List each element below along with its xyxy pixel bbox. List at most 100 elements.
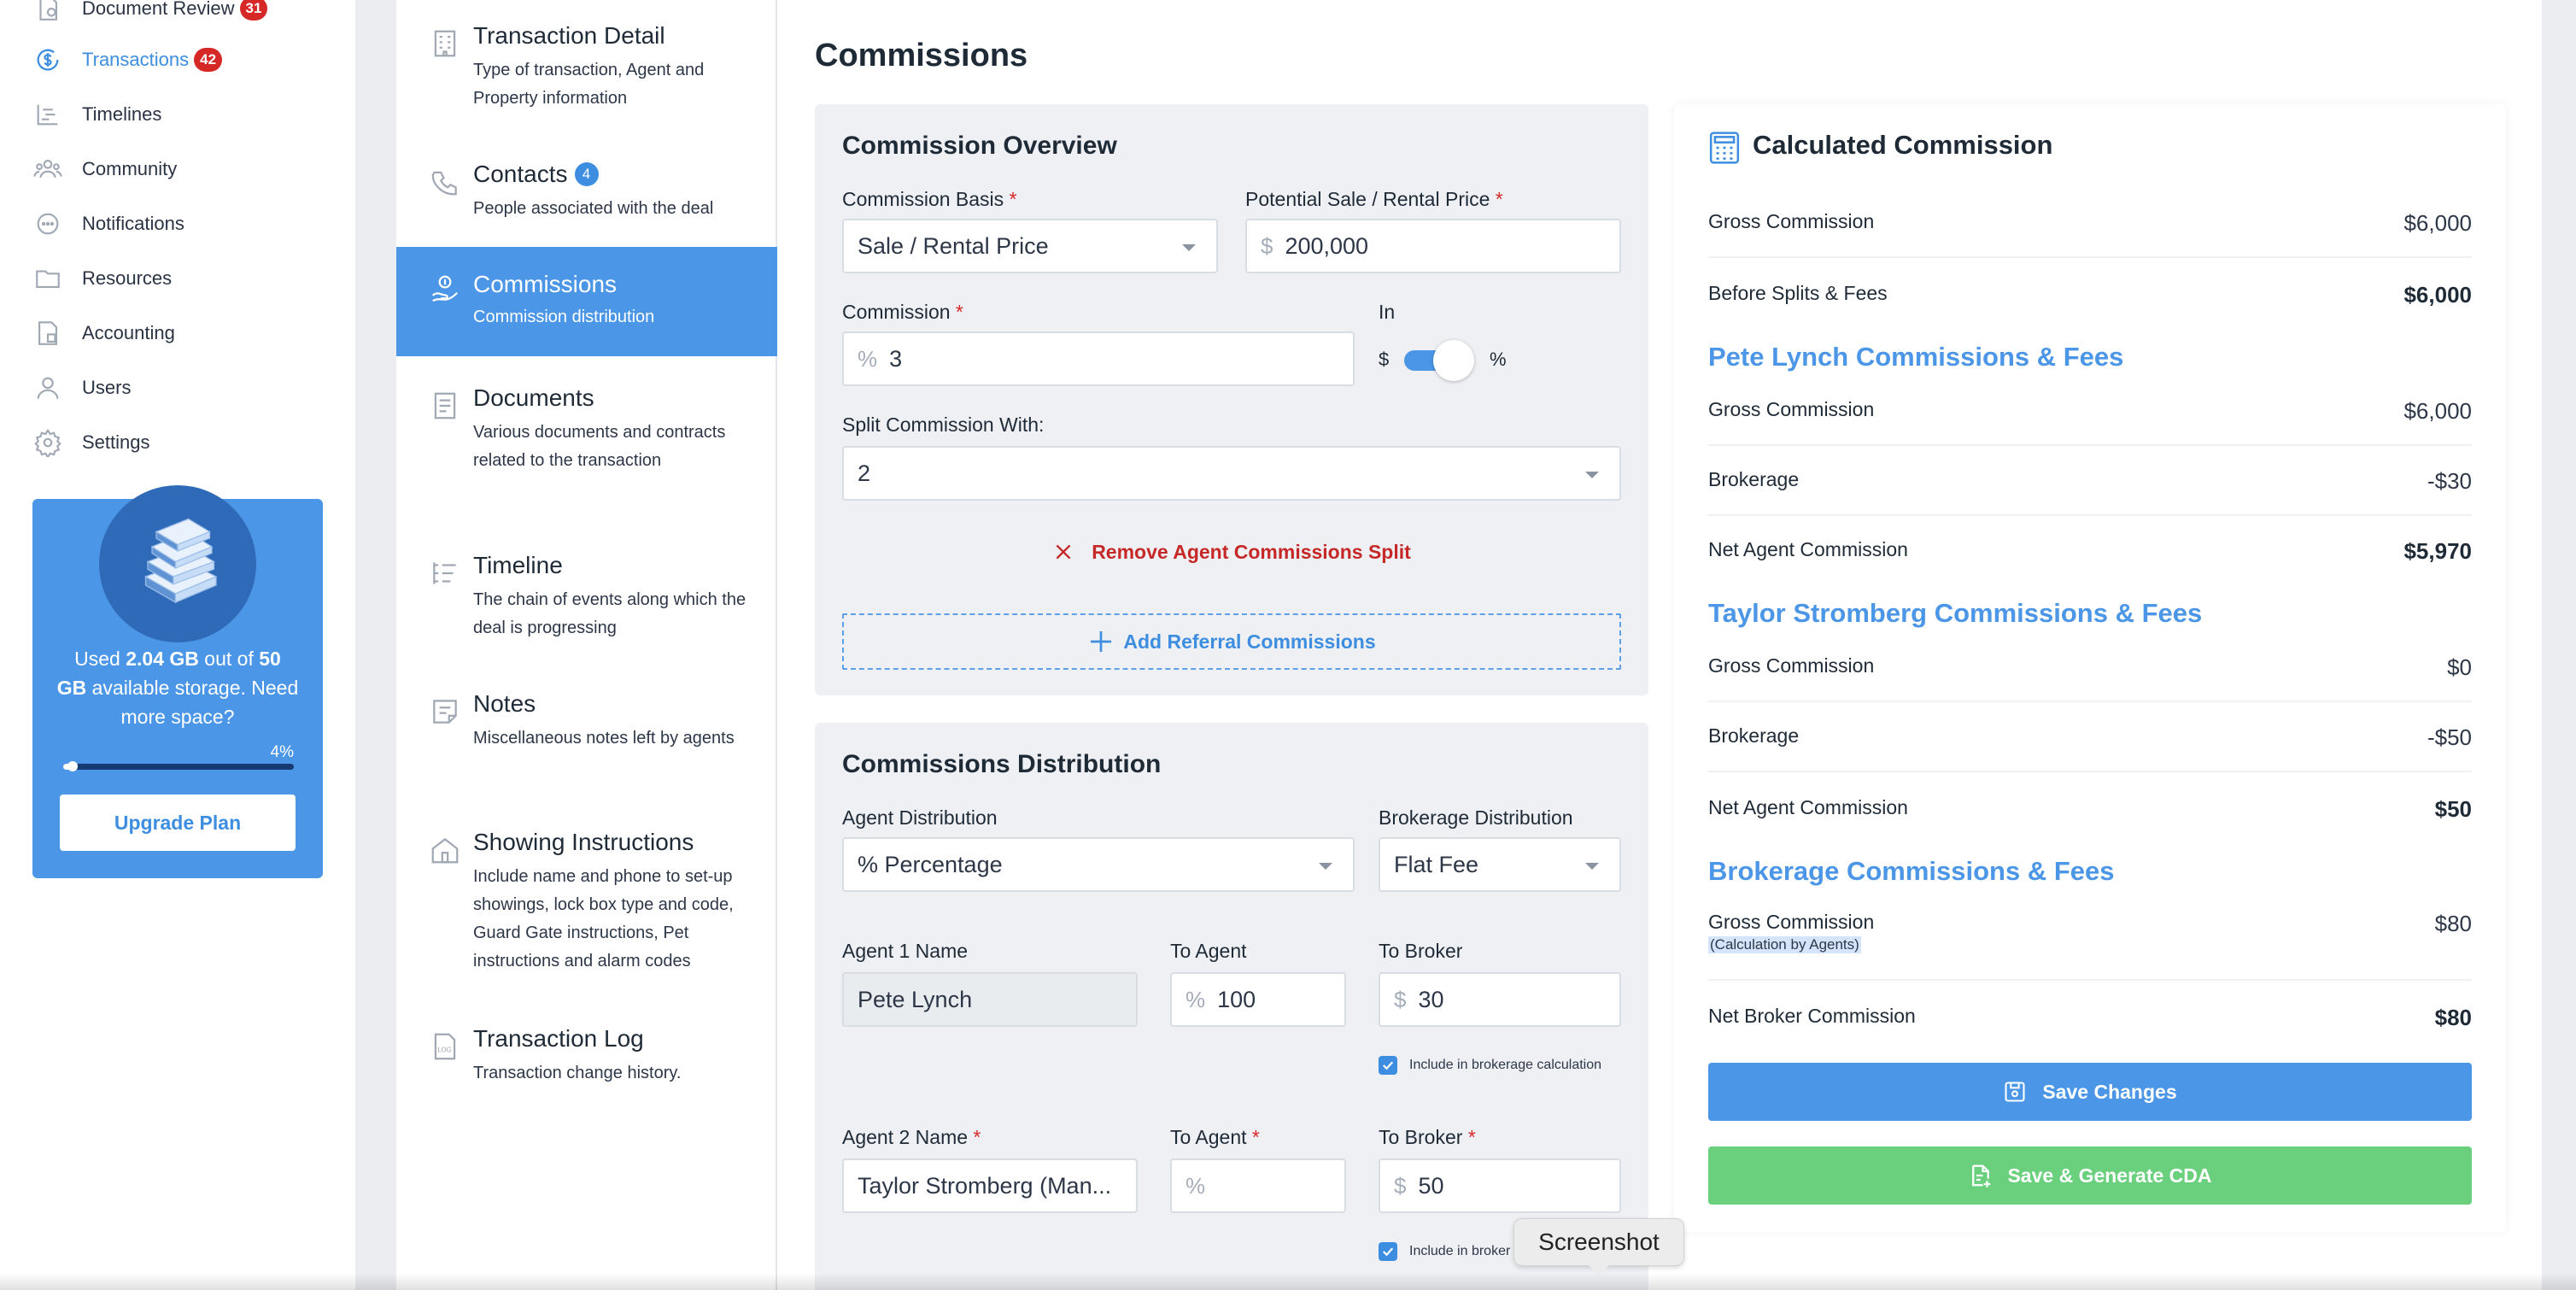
nav-item-document-review[interactable]: Document Review 31 <box>31 0 268 26</box>
brokerage-distribution-select[interactable]: Flat Fee <box>1379 837 1621 892</box>
nav-item-transactions[interactable]: Transactions 42 <box>31 43 223 77</box>
add-referral-button[interactable]: Add Referral Commissions <box>842 613 1621 670</box>
field-label: To Broker <box>1379 940 1463 962</box>
commission-basis-select[interactable]: Sale / Rental Price <box>842 219 1218 273</box>
agent1-to-agent-input[interactable]: % 100 <box>1170 972 1346 1027</box>
nav-item-timelines[interactable]: Timelines <box>31 97 161 132</box>
row-label: Gross Commission <box>1708 210 1875 232</box>
contacts-count-badge: 4 <box>574 162 599 186</box>
calc-row-agent1-net: Net Agent Commission $5,970 <box>1708 518 2472 586</box>
row-label: Brokerage <box>1708 468 1800 490</box>
nav-item-settings[interactable]: Settings <box>31 425 150 460</box>
agent2-name-field[interactable]: Taylor Stromberg (Man... <box>842 1158 1138 1213</box>
nav-item-users[interactable]: Users <box>31 371 131 405</box>
section-title: Commissions <box>473 271 618 297</box>
close-icon <box>1056 544 1071 560</box>
chat-bubble-icon <box>31 207 65 241</box>
house-icon <box>429 834 461 866</box>
nav-item-resources[interactable]: Resources <box>31 261 172 296</box>
field-label: To Agent <box>1170 940 1247 962</box>
nav-badge: 31 <box>239 0 268 21</box>
row-value: $0 <box>2447 654 2472 680</box>
row-label: Net Agent Commission <box>1708 796 1908 818</box>
nav-label: Notifications <box>82 213 184 234</box>
row-value: $6,000 <box>2403 210 2472 236</box>
commission-unit-toggle[interactable] <box>1404 340 1474 381</box>
agent2-to-broker-input[interactable]: $ 50 <box>1379 1158 1621 1213</box>
field-label: In <box>1379 301 1396 323</box>
row-label: Before Splits & Fees <box>1708 282 1888 304</box>
field-label: Agent 1 Name <box>842 940 969 962</box>
section-contacts[interactable]: Contacts 4 People associated with the dea… <box>396 161 777 237</box>
gear-icon <box>31 425 65 460</box>
agent1-include-brokerage-checkbox[interactable]: Include in brokerage calculation <box>1379 1056 1601 1075</box>
storage-used: 2.04 GB <box>126 648 199 670</box>
section-transaction-detail[interactable]: Transaction Detail Type of transaction, … <box>396 22 777 116</box>
nav-item-notifications[interactable]: Notifications <box>31 207 184 241</box>
agent2-include-brokerage-checkbox[interactable]: Include in broker <box>1379 1242 1510 1261</box>
section-commissions[interactable]: Commissions Commission distribution <box>396 247 777 356</box>
section-transaction-log[interactable]: LOG Transaction Log Transaction change h… <box>396 1025 777 1094</box>
save-generate-cda-button[interactable]: Save & Generate CDA <box>1708 1146 2472 1205</box>
nav-badge: 42 <box>194 48 223 72</box>
calc-row-agent1-gross: Gross Commission $6,000 <box>1708 378 2472 446</box>
row-value: -$50 <box>2427 724 2472 750</box>
svg-text:LOG: LOG <box>437 1046 451 1053</box>
chevron-down-icon <box>1585 863 1599 870</box>
calculator-icon <box>1708 130 1741 166</box>
calc-row-gross: Gross Commission $6,000 <box>1708 190 2472 258</box>
bottom-shadow <box>0 1273 2576 1290</box>
agent1-name-field: Pete Lynch <box>842 972 1138 1027</box>
nav-label: Timelines <box>82 103 162 125</box>
field-label: Potential Sale / Rental Price * <box>1245 188 1503 210</box>
phone-icon <box>429 166 461 198</box>
storage-percent: 4% <box>270 743 294 761</box>
calc-row-agent2-gross: Gross Commission $0 <box>1708 634 2472 702</box>
agent1-to-broker-input[interactable]: $ 30 <box>1379 972 1621 1027</box>
section-title: Showing Instructions <box>473 829 694 855</box>
nav-item-community[interactable]: Community <box>31 152 177 186</box>
calc-row-agent2-brokerage: Brokerage -$50 <box>1708 704 2472 772</box>
commission-input[interactable]: % 3 <box>842 331 1355 386</box>
dollar-circle-icon <box>31 43 65 77</box>
upgrade-plan-button[interactable]: Upgrade Plan <box>60 795 296 851</box>
section-showing-instructions[interactable]: Showing Instructions Include name and ph… <box>396 829 777 982</box>
section-documents[interactable]: Documents Various documents and contract… <box>396 384 777 504</box>
timeline-icon <box>429 557 461 589</box>
chevron-down-icon <box>1319 863 1332 870</box>
money-hand-icon <box>429 273 461 305</box>
nav-label: Community <box>82 158 178 179</box>
nav-label: Transactions <box>82 49 190 70</box>
row-label: Brokerage <box>1708 724 1800 747</box>
checkmark-icon <box>1379 1242 1397 1261</box>
log-icon: LOG <box>429 1030 461 1063</box>
row-label: Gross Commission <box>1708 398 1875 420</box>
row-label: Gross Commission <box>1708 654 1875 677</box>
document-review-icon <box>31 0 65 26</box>
row-value: -$30 <box>2427 468 2472 494</box>
toggle-right-label: % <box>1490 349 1507 370</box>
nav-label: Resources <box>82 267 173 289</box>
section-description: Various documents and contracts related … <box>473 423 726 470</box>
section-notes[interactable]: Notes Miscellaneous notes left by agents <box>396 690 777 784</box>
checkmark-icon <box>1379 1056 1397 1075</box>
section-description: People associated with the deal <box>473 199 714 218</box>
section-timeline[interactable]: Timeline The chain of events along which… <box>396 552 777 646</box>
screenshot-tooltip: Screenshot <box>1513 1218 1684 1266</box>
row-value: $5,970 <box>2403 538 2472 564</box>
storage-total: 50 <box>259 648 281 670</box>
save-changes-button[interactable]: Save Changes <box>1708 1063 2472 1121</box>
sale-price-input[interactable]: $ 200,000 <box>1245 219 1621 273</box>
remove-split-button[interactable]: Remove Agent Commissions Split <box>815 537 1648 567</box>
nav-item-accounting[interactable]: Accounting <box>31 316 175 350</box>
commission-overview-panel: Commission Overview Commission Basis * S… <box>815 104 1648 695</box>
agent-distribution-select[interactable]: % Percentage <box>842 837 1355 892</box>
field-label: Split Commission With: <box>842 413 1045 436</box>
section-title: Contacts 4 <box>473 161 599 188</box>
split-commission-select[interactable]: 2 <box>842 446 1621 501</box>
calc-title: Calculated Commission <box>1753 130 2053 160</box>
field-label: Brokerage Distribution <box>1379 806 1573 829</box>
field-label: To Broker * <box>1379 1126 1476 1148</box>
agent2-to-agent-input[interactable]: % <box>1170 1158 1346 1213</box>
section-title: Transaction Detail <box>473 22 665 49</box>
